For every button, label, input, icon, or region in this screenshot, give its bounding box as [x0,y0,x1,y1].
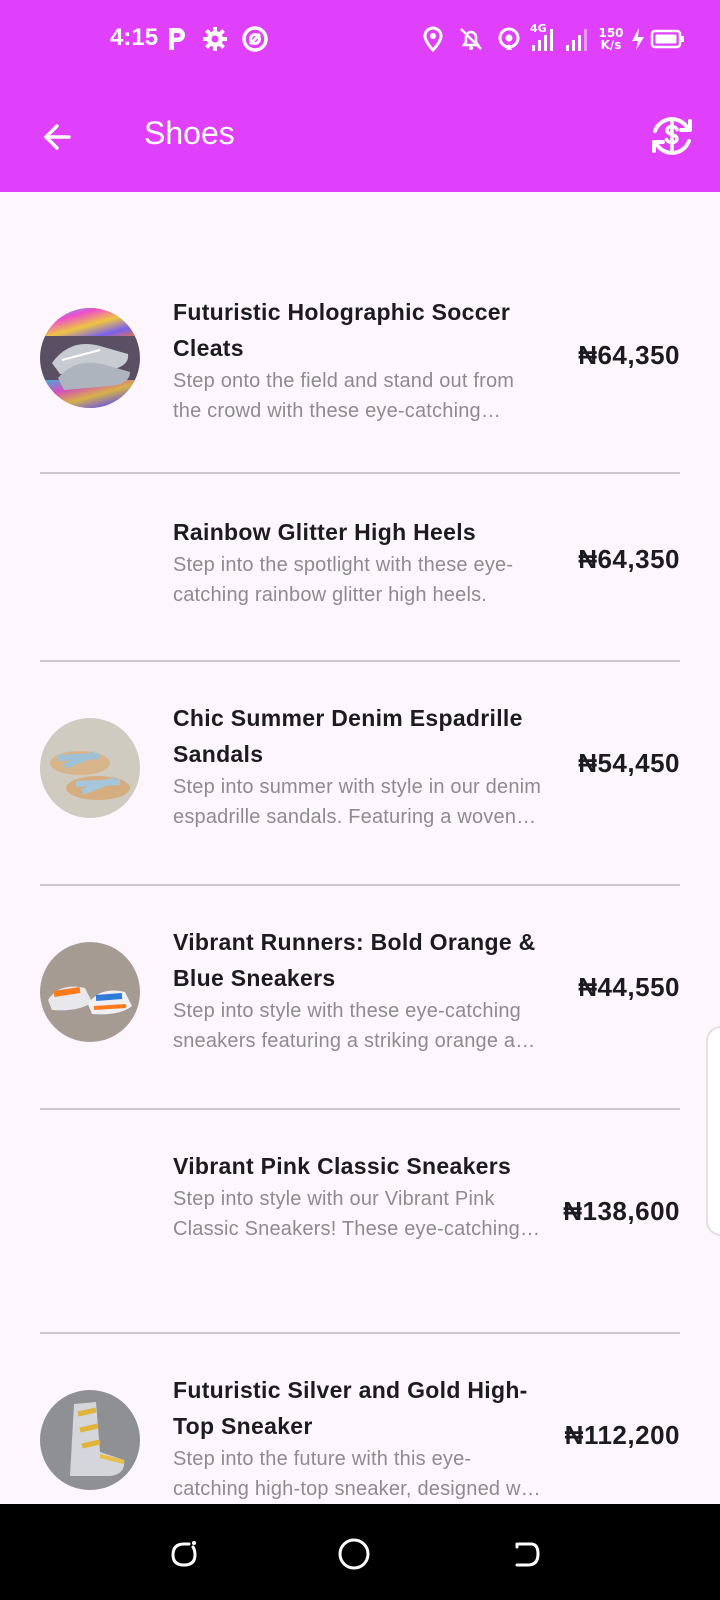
divider [40,884,680,886]
currency-exchange-icon [652,117,692,155]
status-bar: 4:15 4G 150 K/s [0,0,720,82]
divider [40,1332,680,1334]
side-panel-handle[interactable] [706,1026,720,1236]
navigation-bar [0,1504,720,1600]
product-image [40,718,140,818]
currency-exchange-button[interactable] [644,108,700,164]
charging-icon [628,24,648,54]
back-nav-button[interactable] [506,1534,546,1574]
net-speed-unit: K/s [600,38,622,52]
product-name: Futuristic Holographic Soccer Cleats [173,299,511,361]
net-speed: 150 K/s [598,27,624,51]
divider [40,472,680,474]
home-button[interactable] [334,1534,374,1574]
settings-icon [200,24,230,54]
product-list[interactable]: Futuristic Holographic Soccer Cleats Ste… [0,192,720,1504]
recents-button[interactable] [164,1534,204,1574]
page-title: Shoes [144,115,235,151]
network-type: 4G [530,22,547,35]
location-icon [418,24,448,54]
list-item[interactable]: Vibrant Runners: Bold Orange & Blue Snea… [40,924,680,1052]
product-name: Rainbow Glitter High Heels [173,519,477,545]
product-image [40,942,140,1042]
product-price: ₦64,350 [578,544,680,574]
status-time: 4:15 [110,24,159,51]
product-name: Chic Summer Denim Espadrille Sandals [173,705,523,767]
back-arrow-icon [44,124,71,150]
divider [40,1108,680,1110]
product-description: Step into the spotlight with these eye-c… [173,554,514,606]
list-item[interactable]: Rainbow Glitter High Heels Step into the… [40,514,680,614]
product-name: Vibrant Runners: Bold Orange & Blue Snea… [173,929,536,991]
app-bar: Shoes [0,82,720,192]
product-description: Step into summer with style in our denim… [173,776,542,828]
product-description: Step into style with our Vibrant Pink Cl… [173,1188,520,1240]
product-price: ₦44,550 [578,972,680,1002]
back-button[interactable] [30,110,84,164]
product-price: ₦112,200 [564,1420,680,1450]
product-image [40,1390,140,1490]
signal-icon-2 [562,24,592,54]
product-price: ₦64,350 [578,340,680,370]
product-name: Futuristic Silver and Gold High-Top Snea… [173,1377,528,1439]
alarm-off-icon [456,24,486,54]
app-status-icon [240,24,270,54]
list-item[interactable]: Futuristic Holographic Soccer Cleats Ste… [40,294,680,422]
hotspot-icon [494,24,524,54]
list-item[interactable]: Chic Summer Denim Espadrille Sandals Ste… [40,700,680,828]
product-price: ₦54,450 [578,748,680,778]
divider [40,660,680,662]
list-item[interactable]: Vibrant Pink Classic Sneakers Step into … [40,1148,680,1276]
product-description: Step into the future with this eye-catch… [173,1448,543,1500]
recents-icon [171,1541,197,1567]
product-price: ₦138,600 [563,1196,680,1226]
product-description: Step into style with these eye-catching … [173,1000,538,1052]
home-icon [338,1538,370,1570]
product-image [40,308,140,408]
parking-icon [162,24,192,54]
battery-icon [650,24,686,54]
product-description: Step onto the field and stand out from t… [173,370,515,422]
back-nav-icon [515,1542,540,1567]
product-name: Vibrant Pink Classic Sneakers [173,1153,512,1179]
list-item[interactable]: Futuristic Silver and Gold High-Top Snea… [40,1372,680,1500]
